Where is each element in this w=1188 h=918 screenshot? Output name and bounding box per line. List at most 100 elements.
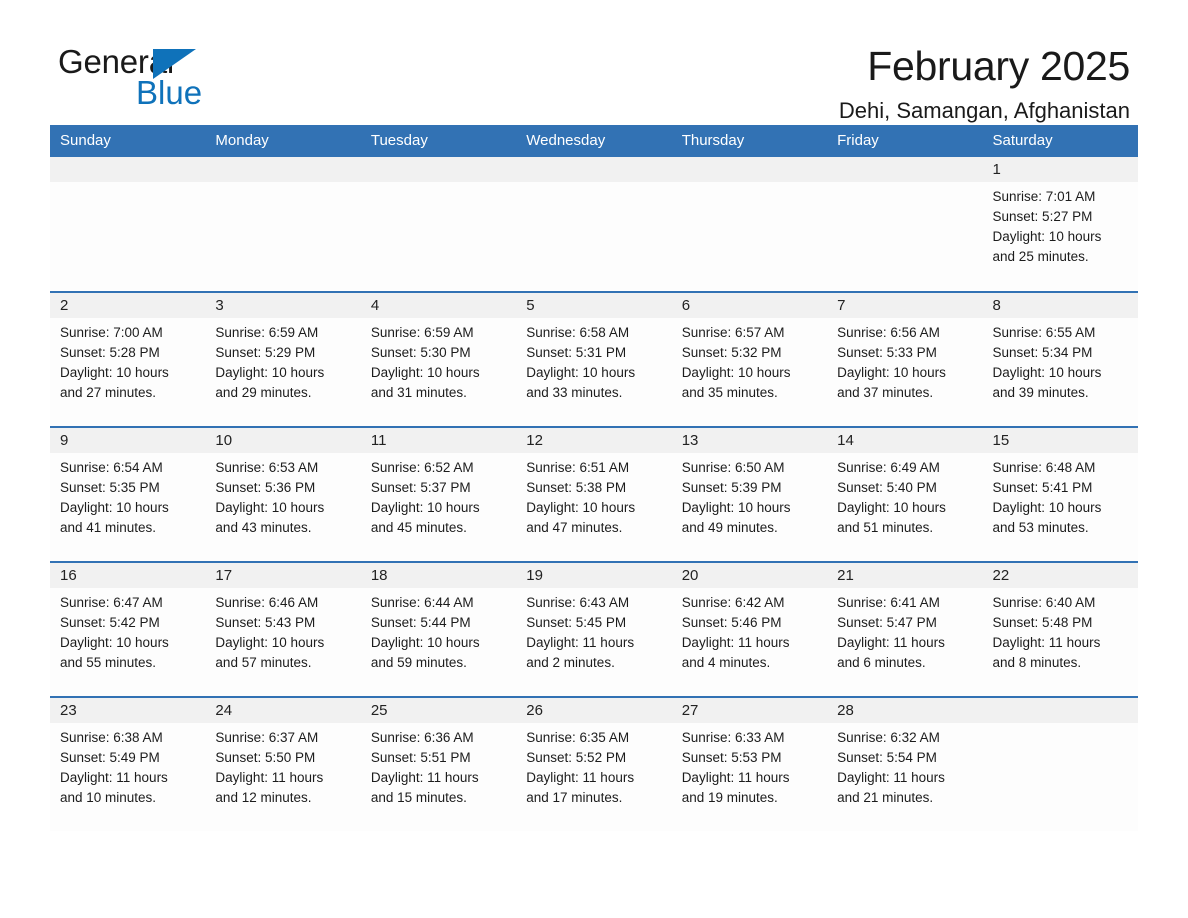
daylight-duration-line2: and 8 minutes. — [992, 655, 1082, 670]
sunset-time: Sunset: 5:46 PM — [681, 615, 782, 630]
day-details: Sunrise: 6:55 AM Sunset: 5:34 PM Daylight:… — [983, 318, 1138, 403]
day-details: Sunrise: 6:49 AM Sunset: 5:40 PM Daylight:… — [827, 453, 982, 538]
calendar-day-cell[interactable]: 6 Sunrise: 6:57 AM Sunset: 5:32 PM Daylight… — [671, 291, 828, 427]
calendar-day-cell[interactable]: 13 Sunrise: 6:50 AM Sunset: 5:39 PM Dayligh… — [671, 426, 828, 562]
calendar-day-cell[interactable]: 3 Sunrise: 6:59 AM Sunset: 5:29 PM Daylight… — [205, 291, 361, 427]
calendar-day-cell[interactable]: 17 Sunrise: 6:46 AM Sunset: 5:43 PM Dayligh… — [205, 561, 361, 697]
daylight-duration-line1: Daylight: 10 hours — [992, 365, 1102, 380]
sunset-time: Sunset: 5:36 PM — [215, 480, 316, 495]
day-details: Sunrise: 6:48 AM Sunset: 5:41 PM Daylight:… — [983, 453, 1138, 538]
daylight-duration-line2: and 37 minutes. — [837, 385, 934, 400]
day-number-band: 1 — [982, 157, 1138, 182]
calendar-day-cell[interactable]: 4 Sunrise: 6:59 AM Sunset: 5:30 PM Daylight… — [360, 291, 517, 427]
calendar-day-cell[interactable]: 19 Sunrise: 6:43 AM Sunset: 5:45 PM Dayligh… — [516, 561, 672, 697]
calendar-day-cell[interactable]: 23 Sunrise: 6:38 AM Sunset: 5:49 PM Dayligh… — [50, 696, 206, 832]
calendar-day-cell[interactable]: 18 Sunrise: 6:44 AM Sunset: 5:44 PM Dayligh… — [360, 561, 517, 697]
day-number: 10 — [215, 432, 233, 449]
calendar-day-cell[interactable]: 27 Sunrise: 6:33 AM Sunset: 5:53 PM Dayligh… — [671, 696, 828, 832]
calendar-day-cell[interactable]: 8 Sunrise: 6:55 AM Sunset: 5:34 PM Daylight… — [982, 291, 1138, 427]
sunset-time: Sunset: 5:40 PM — [837, 480, 937, 495]
calendar-day-cell[interactable]: 24 Sunrise: 6:37 AM Sunset: 5:50 PM Dayligh… — [205, 696, 361, 832]
calendar-cell-empty — [516, 157, 672, 292]
weekday-header-friday: Friday — [827, 125, 983, 157]
calendar-day-cell[interactable]: 21 Sunrise: 6:41 AM Sunset: 5:47 PM Dayligh… — [827, 561, 983, 697]
day-details: Sunrise: 6:56 AM Sunset: 5:33 PM Daylight:… — [827, 318, 982, 403]
calendar-day-cell[interactable]: 12 Sunrise: 6:51 AM Sunset: 5:38 PM Dayligh… — [516, 426, 672, 562]
calendar-day-cell[interactable]: 20 Sunrise: 6:42 AM Sunset: 5:46 PM Dayligh… — [671, 561, 828, 697]
calendar-page: General Blue February 2025 Dehi, Samanga… — [0, 0, 1188, 918]
sunrise-time: Sunrise: 6:59 AM — [215, 325, 319, 340]
calendar-cell-empty — [982, 696, 1138, 832]
day-cell-inner: 19 Sunrise: 6:43 AM Sunset: 5:45 PM Dayligh… — [516, 563, 672, 696]
day-number: 13 — [681, 432, 699, 449]
day-number-band: 4 — [360, 293, 517, 318]
daylight-duration-line1: Daylight: 11 hours — [60, 770, 168, 785]
daylight-duration-line1: Daylight: 11 hours — [992, 635, 1101, 650]
daylight-duration-line2: and 49 minutes. — [681, 520, 778, 535]
daylight-duration-line2: and 12 minutes. — [215, 790, 312, 805]
day-number-band: 24 — [205, 698, 361, 723]
sunrise-time: Sunrise: 7:00 AM — [60, 325, 163, 340]
daylight-duration-line2: and 57 minutes. — [215, 655, 312, 670]
calendar-day-cell[interactable]: 28 Sunrise: 6:32 AM Sunset: 5:54 PM Dayligh… — [827, 696, 983, 832]
sunrise-time: Sunrise: 6:36 AM — [370, 730, 474, 745]
sunset-time: Sunset: 5:29 PM — [215, 345, 316, 360]
daylight-duration-line1: Daylight: 10 hours — [526, 365, 636, 380]
weekday-header-monday: Monday — [205, 125, 361, 157]
day-details: Sunrise: 6:33 AM Sunset: 5:53 PM Daylight:… — [672, 723, 827, 808]
day-cell-inner: 2 Sunrise: 7:00 AM Sunset: 5:28 PM Daylight… — [50, 293, 206, 426]
sunrise-time: Sunrise: 6:51 AM — [526, 460, 630, 475]
day-number-band: 19 — [516, 563, 672, 588]
calendar-day-cell[interactable]: 2 Sunrise: 7:00 AM Sunset: 5:28 PM Daylight… — [50, 291, 206, 427]
calendar-day-cell[interactable]: 10 Sunrise: 6:53 AM Sunset: 5:36 PM Dayligh… — [205, 426, 361, 562]
calendar-day-cell[interactable]: 15 Sunrise: 6:48 AM Sunset: 5:41 PM Dayligh… — [982, 426, 1138, 562]
weekday-header-wednesday: Wednesday — [516, 125, 672, 157]
sunrise-time: Sunrise: 6:46 AM — [215, 595, 319, 610]
day-number-band: 15 — [982, 428, 1138, 453]
day-details: Sunrise: 6:42 AM Sunset: 5:46 PM Daylight:… — [672, 588, 827, 673]
day-cell-inner: 4 Sunrise: 6:59 AM Sunset: 5:30 PM Daylight… — [360, 293, 517, 426]
day-cell-inner: 12 Sunrise: 6:51 AM Sunset: 5:38 PM Dayligh… — [516, 428, 672, 561]
day-details: Sunrise: 6:51 AM Sunset: 5:38 PM Daylight:… — [516, 453, 671, 538]
calendar-day-cell[interactable]: 9 Sunrise: 6:54 AM Sunset: 5:35 PM Daylight… — [50, 426, 206, 562]
calendar-day-cell[interactable]: 16 Sunrise: 6:47 AM Sunset: 5:42 PM Dayligh… — [50, 561, 206, 697]
generalblue-logo[interactable]: General Blue — [58, 45, 318, 125]
day-cell-inner: 10 Sunrise: 6:53 AM Sunset: 5:36 PM Dayligh… — [205, 428, 361, 561]
calendar-day-cell[interactable]: 7 Sunrise: 6:56 AM Sunset: 5:33 PM Daylight… — [827, 291, 983, 427]
daylight-duration-line1: Daylight: 10 hours — [681, 365, 791, 380]
sunrise-time: Sunrise: 6:50 AM — [681, 460, 785, 475]
daylight-duration-line1: Daylight: 11 hours — [837, 635, 945, 650]
calendar-day-cell[interactable]: 11 Sunrise: 6:52 AM Sunset: 5:37 PM Dayligh… — [360, 426, 517, 562]
daylight-duration-line1: Daylight: 11 hours — [837, 770, 945, 785]
calendar-day-cell[interactable]: 25 Sunrise: 6:36 AM Sunset: 5:51 PM Dayligh… — [360, 696, 517, 832]
sunrise-time: Sunrise: 6:43 AM — [526, 595, 630, 610]
day-details: Sunrise: 7:00 AM Sunset: 5:28 PM Daylight:… — [50, 318, 205, 403]
day-number-band: 9 — [50, 428, 206, 453]
day-details: Sunrise: 6:43 AM Sunset: 5:45 PM Daylight:… — [516, 588, 671, 673]
day-details: Sunrise: 6:32 AM Sunset: 5:54 PM Daylight:… — [827, 723, 982, 808]
day-cell-inner: 26 Sunrise: 6:35 AM Sunset: 5:52 PM Dayligh… — [516, 698, 672, 831]
sunset-time: Sunset: 5:42 PM — [60, 615, 160, 630]
sunrise-time: Sunrise: 6:57 AM — [681, 325, 785, 340]
calendar-day-cell[interactable]: 22 Sunrise: 6:40 AM Sunset: 5:48 PM Dayligh… — [982, 561, 1138, 697]
daylight-duration-line1: Daylight: 10 hours — [215, 500, 325, 515]
day-number: 22 — [992, 567, 1010, 584]
sunrise-time: Sunrise: 6:44 AM — [370, 595, 474, 610]
day-details: Sunrise: 6:36 AM Sunset: 5:51 PM Daylight:… — [361, 723, 516, 808]
sunset-time: Sunset: 5:53 PM — [681, 750, 782, 765]
calendar-day-cell[interactable]: 26 Sunrise: 6:35 AM Sunset: 5:52 PM Dayligh… — [516, 696, 672, 832]
weekday-header-sunday: Sunday — [50, 125, 206, 157]
sunrise-time: Sunrise: 6:48 AM — [992, 460, 1096, 475]
daylight-duration-line2: and 43 minutes. — [215, 520, 312, 535]
calendar-day-cell[interactable]: 5 Sunrise: 6:58 AM Sunset: 5:31 PM Daylight… — [516, 291, 672, 427]
daylight-duration-line1: Daylight: 10 hours — [681, 500, 791, 515]
day-cell-inner: 17 Sunrise: 6:46 AM Sunset: 5:43 PM Dayligh… — [205, 563, 361, 696]
day-details: Sunrise: 6:57 AM Sunset: 5:32 PM Daylight:… — [672, 318, 827, 403]
sunset-time: Sunset: 5:52 PM — [526, 750, 627, 765]
daylight-duration-line1: Daylight: 10 hours — [370, 635, 480, 650]
weekday-header-tuesday: Tuesday — [360, 125, 517, 157]
calendar-day-cell[interactable]: 1 Sunrise: 7:01 AM Sunset: 5:27 PM Daylight… — [982, 157, 1138, 292]
daylight-duration-line1: Daylight: 10 hours — [215, 635, 325, 650]
calendar-day-cell[interactable]: 14 Sunrise: 6:49 AM Sunset: 5:40 PM Dayligh… — [827, 426, 983, 562]
daylight-duration-line1: Daylight: 10 hours — [992, 500, 1102, 515]
